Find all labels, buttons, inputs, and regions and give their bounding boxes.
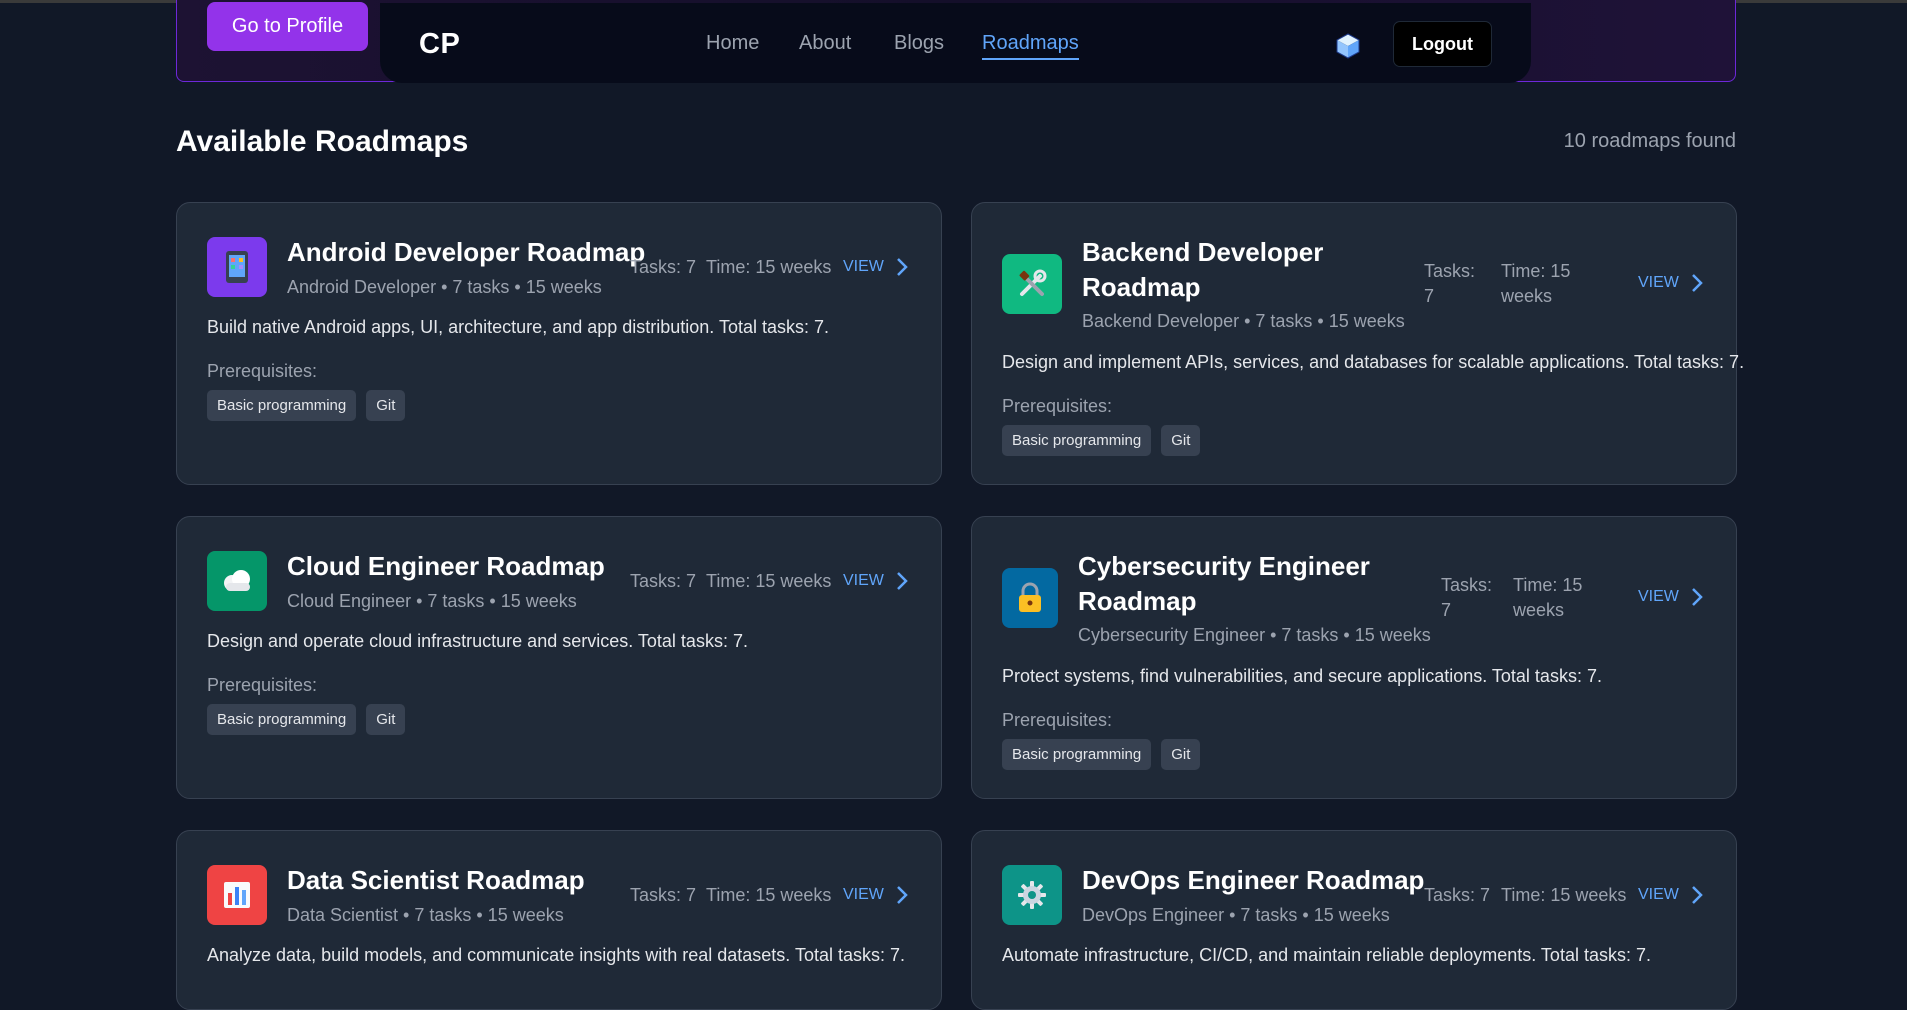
card-time-line1: Time: 15	[1513, 575, 1583, 595]
card-description: Analyze data, build models, and communic…	[207, 945, 906, 965]
card-time: Time: 15 weeks	[1501, 885, 1627, 905]
card-time: Time: 15 weeks	[706, 257, 832, 277]
card-tasks-line1: Tasks:	[1424, 261, 1476, 281]
view-button[interactable]: VIEW	[1638, 273, 1703, 293]
card-time-line1: Time: 15	[1501, 261, 1571, 281]
lock-icon	[1002, 568, 1058, 628]
view-label: VIEW	[843, 572, 884, 589]
view-button[interactable]: VIEW	[843, 885, 908, 905]
card-subtitle: Android Developer • 7 tasks • 15 weeks	[287, 277, 602, 297]
card-title-line1: Backend Developer	[1082, 237, 1324, 267]
nav-link-blogs[interactable]: Blogs	[894, 32, 944, 55]
tag-basic-programming: Basic programming	[1002, 425, 1152, 456]
tag-git: Git	[366, 390, 406, 421]
card-tasks: Tasks: 7	[630, 571, 697, 591]
view-button[interactable]: VIEW	[843, 571, 908, 591]
card-tasks-line2: 7	[1441, 600, 1452, 620]
card-title[interactable]: Cloud Engineer Roadmap	[287, 549, 605, 584]
view-label: VIEW	[1638, 274, 1679, 291]
card-title-line2: Roadmap	[1082, 272, 1201, 302]
prereq-tags: Basic programming Git	[1002, 425, 1201, 456]
nav-link-roadmaps[interactable]: Roadmaps	[982, 32, 1079, 60]
tag-basic-programming: Basic programming	[207, 390, 357, 421]
view-button[interactable]: VIEW	[843, 257, 908, 277]
go-to-profile-button[interactable]: Go to Profile	[207, 2, 368, 51]
card-tasks-line1: Tasks:	[1441, 575, 1493, 595]
view-label: VIEW	[1638, 886, 1679, 903]
phone-icon	[207, 237, 267, 297]
card-time-line2: weeks	[1513, 600, 1565, 620]
navbar: CP Home About Blogs Roadmaps Logout	[380, 3, 1531, 83]
view-button[interactable]: VIEW	[1638, 885, 1703, 905]
card-description: Automate infrastructure, CI/CD, and main…	[1002, 945, 1651, 965]
card-time: Time: 15 weeks	[1501, 259, 1570, 309]
prereq-label: Prerequisites:	[207, 361, 318, 381]
tag-basic-programming: Basic programming	[207, 704, 357, 735]
prereq-label: Prerequisites:	[1002, 710, 1113, 730]
prereq-label: Prerequisites:	[1002, 396, 1113, 416]
chevron-right-icon	[1692, 274, 1703, 292]
card-description: Design and implement APIs, services, and…	[1002, 352, 1745, 372]
chevron-right-icon	[897, 258, 908, 276]
card-time: Time: 15 weeks	[706, 885, 832, 905]
tag-basic-programming: Basic programming	[1002, 739, 1152, 770]
card-tasks-line2: 7	[1424, 286, 1435, 306]
chart-icon	[207, 865, 267, 925]
roadmap-card-cloud[interactable]: Cloud Engineer Roadmap Cloud Engineer • …	[176, 516, 942, 799]
card-tasks: Tasks: 7	[630, 885, 697, 905]
roadmap-count: 10 roadmaps found	[1563, 130, 1736, 152]
card-title-line1: Cybersecurity Engineer	[1078, 551, 1370, 581]
cloud-icon	[207, 551, 267, 611]
roadmap-card-data-scientist[interactable]: Data Scientist Roadmap Data Scientist • …	[176, 830, 942, 1010]
card-title[interactable]: Cybersecurity Engineer Roadmap	[1078, 549, 1370, 619]
chevron-right-icon	[897, 572, 908, 590]
chevron-right-icon	[897, 886, 908, 904]
card-subtitle: DevOps Engineer • 7 tasks • 15 weeks	[1082, 905, 1390, 925]
card-title[interactable]: Android Developer Roadmap	[287, 235, 645, 270]
view-button[interactable]: VIEW	[1638, 587, 1703, 607]
site-logo[interactable]: CP	[419, 28, 460, 61]
prereq-label: Prerequisites:	[207, 675, 318, 695]
card-description: Protect systems, find vulnerabilities, a…	[1002, 666, 1602, 686]
card-time-line2: weeks	[1501, 286, 1553, 306]
chevron-right-icon	[1692, 588, 1703, 606]
prereq-tags: Basic programming Git	[207, 704, 406, 735]
card-title[interactable]: DevOps Engineer Roadmap	[1082, 863, 1424, 898]
nav-link-about[interactable]: About	[799, 32, 851, 55]
roadmap-card-cybersecurity[interactable]: Cybersecurity Engineer Roadmap Cybersecu…	[971, 516, 1737, 799]
card-subtitle: Cybersecurity Engineer • 7 tasks • 15 we…	[1078, 625, 1431, 645]
tag-git: Git	[366, 704, 406, 735]
card-time: Time: 15 weeks	[706, 571, 832, 591]
card-tasks: Tasks: 7	[1424, 885, 1491, 905]
gear-icon	[1002, 865, 1062, 925]
card-tasks: Tasks: 7	[1441, 573, 1492, 623]
card-description: Design and operate cloud infrastructure …	[207, 631, 748, 651]
card-tasks: Tasks: 7	[630, 257, 697, 277]
tag-git: Git	[1161, 425, 1201, 456]
card-tasks: Tasks: 7	[1424, 259, 1475, 309]
tools-icon	[1002, 254, 1062, 314]
view-label: VIEW	[843, 258, 884, 275]
logout-button[interactable]: Logout	[1393, 21, 1492, 67]
tag-git: Git	[1161, 739, 1201, 770]
card-subtitle: Data Scientist • 7 tasks • 15 weeks	[287, 905, 564, 925]
roadmap-card-android[interactable]: Android Developer Roadmap Android Develo…	[176, 202, 942, 485]
view-label: VIEW	[1638, 588, 1679, 605]
card-subtitle: Cloud Engineer • 7 tasks • 15 weeks	[287, 591, 577, 611]
prereq-tags: Basic programming Git	[207, 390, 406, 421]
card-time: Time: 15 weeks	[1513, 573, 1582, 623]
roadmap-card-backend[interactable]: Backend Developer Roadmap Backend Develo…	[971, 202, 1744, 485]
card-title[interactable]: Data Scientist Roadmap	[287, 863, 585, 898]
nav-link-home[interactable]: Home	[706, 32, 759, 55]
view-label: VIEW	[843, 886, 884, 903]
card-title-line2: Roadmap	[1078, 586, 1197, 616]
chevron-right-icon	[1692, 886, 1703, 904]
roadmap-card-devops[interactable]: DevOps Engineer Roadmap DevOps Engineer …	[971, 830, 1737, 1010]
cube-icon[interactable]	[1334, 32, 1362, 60]
card-title[interactable]: Backend Developer Roadmap	[1082, 235, 1323, 305]
prereq-tags: Basic programming Git	[1002, 739, 1201, 770]
card-subtitle: Backend Developer • 7 tasks • 15 weeks	[1082, 311, 1405, 331]
page-title: Available Roadmaps	[176, 125, 469, 158]
card-description: Build native Android apps, UI, architect…	[207, 317, 830, 337]
